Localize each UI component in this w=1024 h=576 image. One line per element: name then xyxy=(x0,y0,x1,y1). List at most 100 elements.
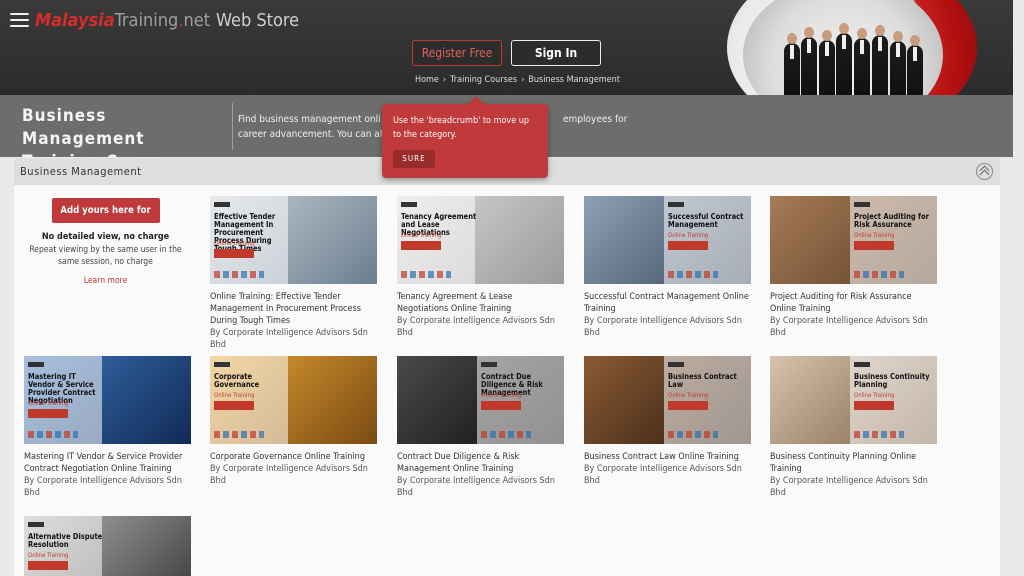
register-free-button[interactable]: Register Free xyxy=(412,40,502,66)
course-thumbnail[interactable]: Business Continuity Planning Online Train… xyxy=(770,356,937,444)
course-card[interactable]: Effective Tender Management In Procureme… xyxy=(210,196,377,351)
course-title[interactable]: Mastering IT Vendor & Service Provider C… xyxy=(24,451,191,475)
promo-note: No detailed view, no charge xyxy=(41,232,170,242)
course-thumbnail[interactable]: Corporate Governance Online Training xyxy=(210,356,377,444)
thumbnail-overlay: Project Auditing for Risk Assurance Onlin… xyxy=(770,196,937,284)
thumbnail-overlay: Corporate Governance Online Training xyxy=(210,356,377,444)
breadcrumb-home[interactable]: Home xyxy=(415,75,439,85)
course-card[interactable]: Mastering IT Vendor & Service Provider C… xyxy=(24,356,191,499)
provider-logo-icon xyxy=(28,522,44,527)
provider-logo-icon xyxy=(668,202,684,207)
partner-logos-icon xyxy=(481,431,531,438)
course-card[interactable]: Tenancy Agreement and Lease Negotiations… xyxy=(397,196,564,339)
course-provider: By Corporate Intelligence Advisors Sdn B… xyxy=(24,476,182,498)
register-now-badge xyxy=(854,241,894,250)
thumbnail-overlay: Contract Due Diligence & Risk Management… xyxy=(397,356,564,444)
partner-logos-icon xyxy=(854,271,904,278)
course-card[interactable]: Business Contract Law Online Training Busi… xyxy=(584,356,751,487)
partner-logos-icon xyxy=(214,431,264,438)
course-provider: By Corporate Intelligence Advisors Sdn B… xyxy=(210,328,368,350)
course-card[interactable]: Corporate Governance Online Training Corpo… xyxy=(210,356,377,487)
thumbnail-subtitle: Online Training xyxy=(854,232,895,239)
provider-logo-icon xyxy=(481,362,497,367)
thumbnail-subtitle: Online Training xyxy=(854,392,895,399)
thumbnail-title: Successful Contract Management xyxy=(668,212,744,229)
course-card[interactable]: Contract Due Diligence & Risk Management… xyxy=(397,356,564,499)
course-thumbnail[interactable]: Successful Contract Management Online Tra… xyxy=(584,196,751,284)
partner-logos-icon xyxy=(854,431,904,438)
course-provider: By Corporate Intelligence Advisors Sdn B… xyxy=(397,316,555,338)
tooltip-text: Use the 'breadcrumb' to move up to the c… xyxy=(393,116,530,140)
course-title[interactable]: Contract Due Diligence & Risk Management… xyxy=(397,451,564,475)
thumbnail-overlay: Alternative Dispute Resolution Online Tra… xyxy=(24,516,191,576)
partner-logos-icon xyxy=(668,431,718,438)
course-thumbnail[interactable]: Mastering IT Vendor & Service Provider C… xyxy=(24,356,191,444)
breadcrumb-separator: › xyxy=(442,75,447,85)
site-logo[interactable]: MalaysiaTraining.net Web Store xyxy=(35,8,299,34)
register-now-badge xyxy=(28,561,68,570)
thumbnail-overlay: Business Continuity Planning Online Train… xyxy=(770,356,937,444)
register-now-badge xyxy=(401,241,441,250)
promo-box: Add yours here for FREE No detailed view… xyxy=(29,198,182,287)
thumbnail-title: Effective Tender Management In Procureme… xyxy=(214,212,276,253)
register-now-badge xyxy=(481,401,521,410)
thumbnail-subtitle: Online Training xyxy=(401,232,442,239)
thumbnail-title: Corporate Governance xyxy=(214,372,260,389)
provider-logo-icon xyxy=(854,202,870,207)
sign-in-button[interactable]: Sign In xyxy=(511,40,601,66)
course-title[interactable]: Corporate Governance Online Training xyxy=(210,451,377,463)
breadcrumb: Home › Training Courses › Business Managemen… xyxy=(415,75,620,85)
course-title[interactable]: Project Auditing for Risk Assurance Onli… xyxy=(770,291,937,315)
business-people-image xyxy=(782,23,932,95)
learn-more-link[interactable]: Learn more xyxy=(84,276,128,286)
course-card[interactable]: Project Auditing for Risk Assurance Onlin… xyxy=(770,196,937,339)
course-thumbnail[interactable]: Business Contract Law Online Training xyxy=(584,356,751,444)
course-title[interactable]: Tenancy Agreement & Lease Negotiations O… xyxy=(397,291,564,315)
promo-detail: Repeat viewing by the same user in the s… xyxy=(29,245,182,267)
course-title[interactable]: Business Continuity Planning Online Trai… xyxy=(770,451,937,475)
tooltip-sure-button[interactable]: SURE xyxy=(393,150,435,168)
menu-icon[interactable] xyxy=(10,13,29,27)
collapse-icon[interactable] xyxy=(976,163,993,180)
course-card[interactable]: Business Continuity Planning Online Train… xyxy=(770,356,937,499)
course-card[interactable]: Successful Contract Management Online Tra… xyxy=(584,196,751,339)
thumbnail-subtitle: Online Training xyxy=(214,392,255,399)
thumbnail-overlay: Effective Tender Management In Procureme… xyxy=(210,196,377,284)
course-provider: By Corporate Intelligence Advisors Sdn B… xyxy=(210,464,368,486)
course-provider: By Corporate Intelligence Advisors Sdn B… xyxy=(584,464,742,486)
course-thumbnail[interactable]: Contract Due Diligence & Risk Management… xyxy=(397,356,564,444)
thumbnail-overlay: Business Contract Law Online Training xyxy=(584,356,751,444)
breadcrumb-tip-tooltip: Use the 'breadcrumb' to move up to the c… xyxy=(382,96,548,178)
thumbnail-subtitle: Online Training xyxy=(28,400,69,407)
thumbnail-title: Alternative Dispute Resolution xyxy=(28,532,103,549)
provider-logo-icon xyxy=(854,362,870,367)
partner-logos-icon xyxy=(28,431,78,438)
thumbnail-title: Business Continuity Planning xyxy=(854,372,930,389)
breadcrumb-training-courses[interactable]: Training Courses xyxy=(450,75,517,85)
course-thumbnail[interactable]: Project Auditing for Risk Assurance Onlin… xyxy=(770,196,937,284)
thumbnail-title: Project Auditing for Risk Assurance xyxy=(854,212,929,229)
course-provider: By Corporate Intelligence Advisors Sdn B… xyxy=(397,476,555,498)
thumbnail-overlay: Successful Contract Management Online Tra… xyxy=(584,196,751,284)
register-now-badge xyxy=(668,401,708,410)
add-listing-button[interactable]: Add yours here for FREE xyxy=(51,198,160,241)
thumbnail-overlay: Tenancy Agreement and Lease Negotiations… xyxy=(397,196,564,284)
course-thumbnail[interactable]: Alternative Dispute Resolution Online Tra… xyxy=(24,516,191,576)
thumbnail-subtitle: Online Training xyxy=(481,392,522,399)
course-thumbnail[interactable]: Effective Tender Management In Procureme… xyxy=(210,196,377,284)
register-now-badge xyxy=(854,401,894,410)
partner-logos-icon xyxy=(214,271,264,278)
thumbnail-subtitle: Online Training xyxy=(668,392,709,399)
banner-divider xyxy=(232,103,233,150)
register-now-badge xyxy=(668,241,708,250)
course-thumbnail[interactable]: Tenancy Agreement and Lease Negotiations… xyxy=(397,196,564,284)
course-title[interactable]: Successful Contract Management Online Tr… xyxy=(584,291,751,315)
course-provider: By Corporate Intelligence Advisors Sdn B… xyxy=(770,476,928,498)
panel-title: Business Management xyxy=(20,165,142,178)
course-panel: Business Management Add yours here for F… xyxy=(14,158,1000,576)
course-title[interactable]: Business Contract Law Online Training xyxy=(584,451,751,463)
course-card[interactable]: Alternative Dispute Resolution Online Tra… xyxy=(24,516,191,576)
course-title[interactable]: Online Training: Effective Tender Manage… xyxy=(210,291,377,327)
thumbnail-title: Business Contract Law xyxy=(668,372,737,389)
breadcrumb-business-management[interactable]: Business Management xyxy=(528,75,620,85)
